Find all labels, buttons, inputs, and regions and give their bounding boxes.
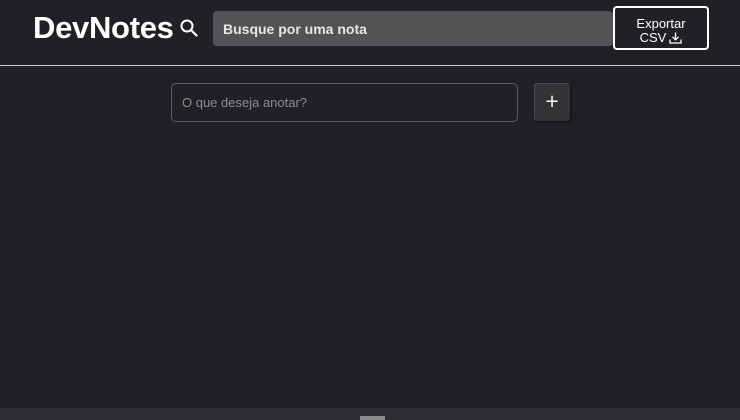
download-icon	[669, 32, 683, 44]
search-input[interactable]	[213, 11, 613, 46]
app-header: DevNotes Exportar CSV	[0, 0, 740, 66]
search-icon[interactable]	[180, 19, 198, 37]
note-input[interactable]	[171, 83, 518, 122]
export-label-line2-wrap: CSV	[615, 31, 707, 45]
app-page: DevNotes Exportar CSV +	[0, 0, 740, 420]
app-logo: DevNotes	[33, 10, 174, 45]
add-note-button[interactable]: +	[534, 83, 570, 121]
export-csv-button[interactable]: Exportar CSV	[613, 6, 709, 50]
export-label-line2: CSV	[639, 30, 667, 45]
bottom-handle[interactable]	[360, 416, 385, 420]
export-label-line1: Exportar	[636, 16, 686, 31]
